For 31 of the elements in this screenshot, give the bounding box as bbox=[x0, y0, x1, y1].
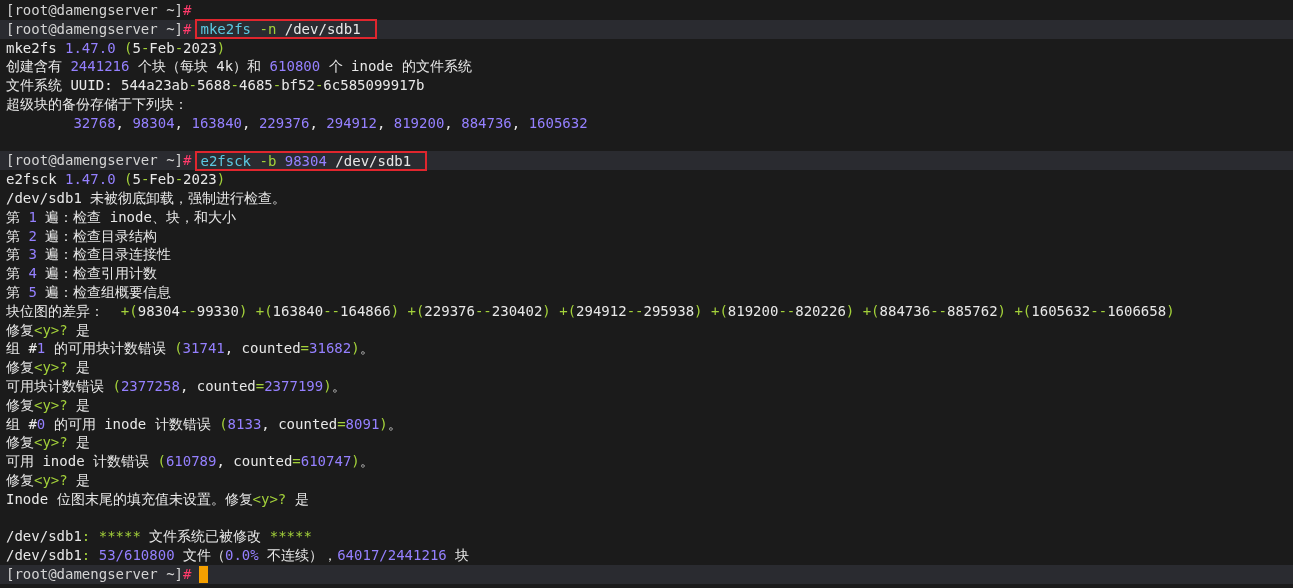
output-line: 超级块的备份存储于下列块： bbox=[5, 95, 189, 114]
output-line: 第 1 遍：检查 inode、块，和大小 bbox=[5, 207, 237, 227]
output-line: 修复<y>? 是 bbox=[5, 433, 92, 453]
output-line: 组 #0 的可用 inode 计数错误 (8133, counted=8091)。 bbox=[5, 414, 403, 434]
output-line: 修复<y>? 是 bbox=[5, 395, 92, 415]
command-text: e2fsck -b 98304 /dev/sdb1 bbox=[195, 150, 428, 171]
shell-prompt: [root@damengserver ~]# bbox=[6, 564, 192, 584]
output-line: 可用块计数错误 (2377258, counted=2377199)。 bbox=[5, 376, 347, 396]
output-line: /dev/sdb1 未被彻底卸载，强制进行检查。 bbox=[5, 188, 288, 208]
shell-prompt: [root@damengserver ~]# bbox=[6, 19, 192, 39]
output-line: 修复<y>? 是 bbox=[5, 470, 92, 490]
output-line: 第 4 遍：检查引用计数 bbox=[5, 264, 159, 283]
shell-prompt: [root@damengserver ~]# bbox=[6, 1, 192, 20]
command-text: mke2fs -n /dev/sdb1 bbox=[195, 19, 377, 40]
output-line: 32768, 98304, 163840, 229376, 294912, 819200, 884736, 1605632 bbox=[72, 113, 589, 133]
output-line: 组 #1 的可用块计数错误 (31741, counted=31682)。 bbox=[5, 339, 375, 359]
output-line: 第 5 遍：检查组概要信息 bbox=[5, 282, 173, 302]
shell-prompt: [root@damengserver ~]# bbox=[6, 151, 192, 171]
output-line: 创建含有 2441216 个块（每块 4k）和 610800 个 inode 的文件系统 bbox=[5, 57, 473, 77]
output-line: 修复<y>? 是 bbox=[5, 320, 92, 340]
output-line: 第 3 遍：检查目录连接性 bbox=[5, 245, 173, 265]
output-line: 可用 inode 计数错误 (610789, counted=610747)。 bbox=[5, 452, 375, 471]
output-line: e2fsck 1.47.0 (5-Feb-2023) bbox=[5, 170, 227, 189]
output-line: 块位图的差异： +(98304--99330) +(163840--164866) +(229376--230402) +(294912--295938) +(819200--820226) +(884736--885762) +(1605632--1606658) bbox=[5, 301, 1176, 321]
output-line: mke2fs 1.47.0 (5-Feb-2023) bbox=[5, 38, 227, 58]
output-line: 修复<y>? 是 bbox=[5, 358, 92, 377]
output-line: 文件系统 UUID: 544a23ab-5688-4685-bf52-6c585099917b bbox=[5, 76, 426, 95]
output-line: /dev/sdb1: ***** 文件系统已被修改 ***** bbox=[5, 527, 313, 547]
output-line: Inode 位图末尾的填充值未设置。修复<y>? 是 bbox=[5, 489, 310, 509]
output-line: /dev/sdb1: 53/610800 文件（0.0% 不连续），64017/2441216 块 bbox=[5, 546, 471, 565]
output-line: 第 2 遍：检查目录结构 bbox=[5, 226, 159, 246]
